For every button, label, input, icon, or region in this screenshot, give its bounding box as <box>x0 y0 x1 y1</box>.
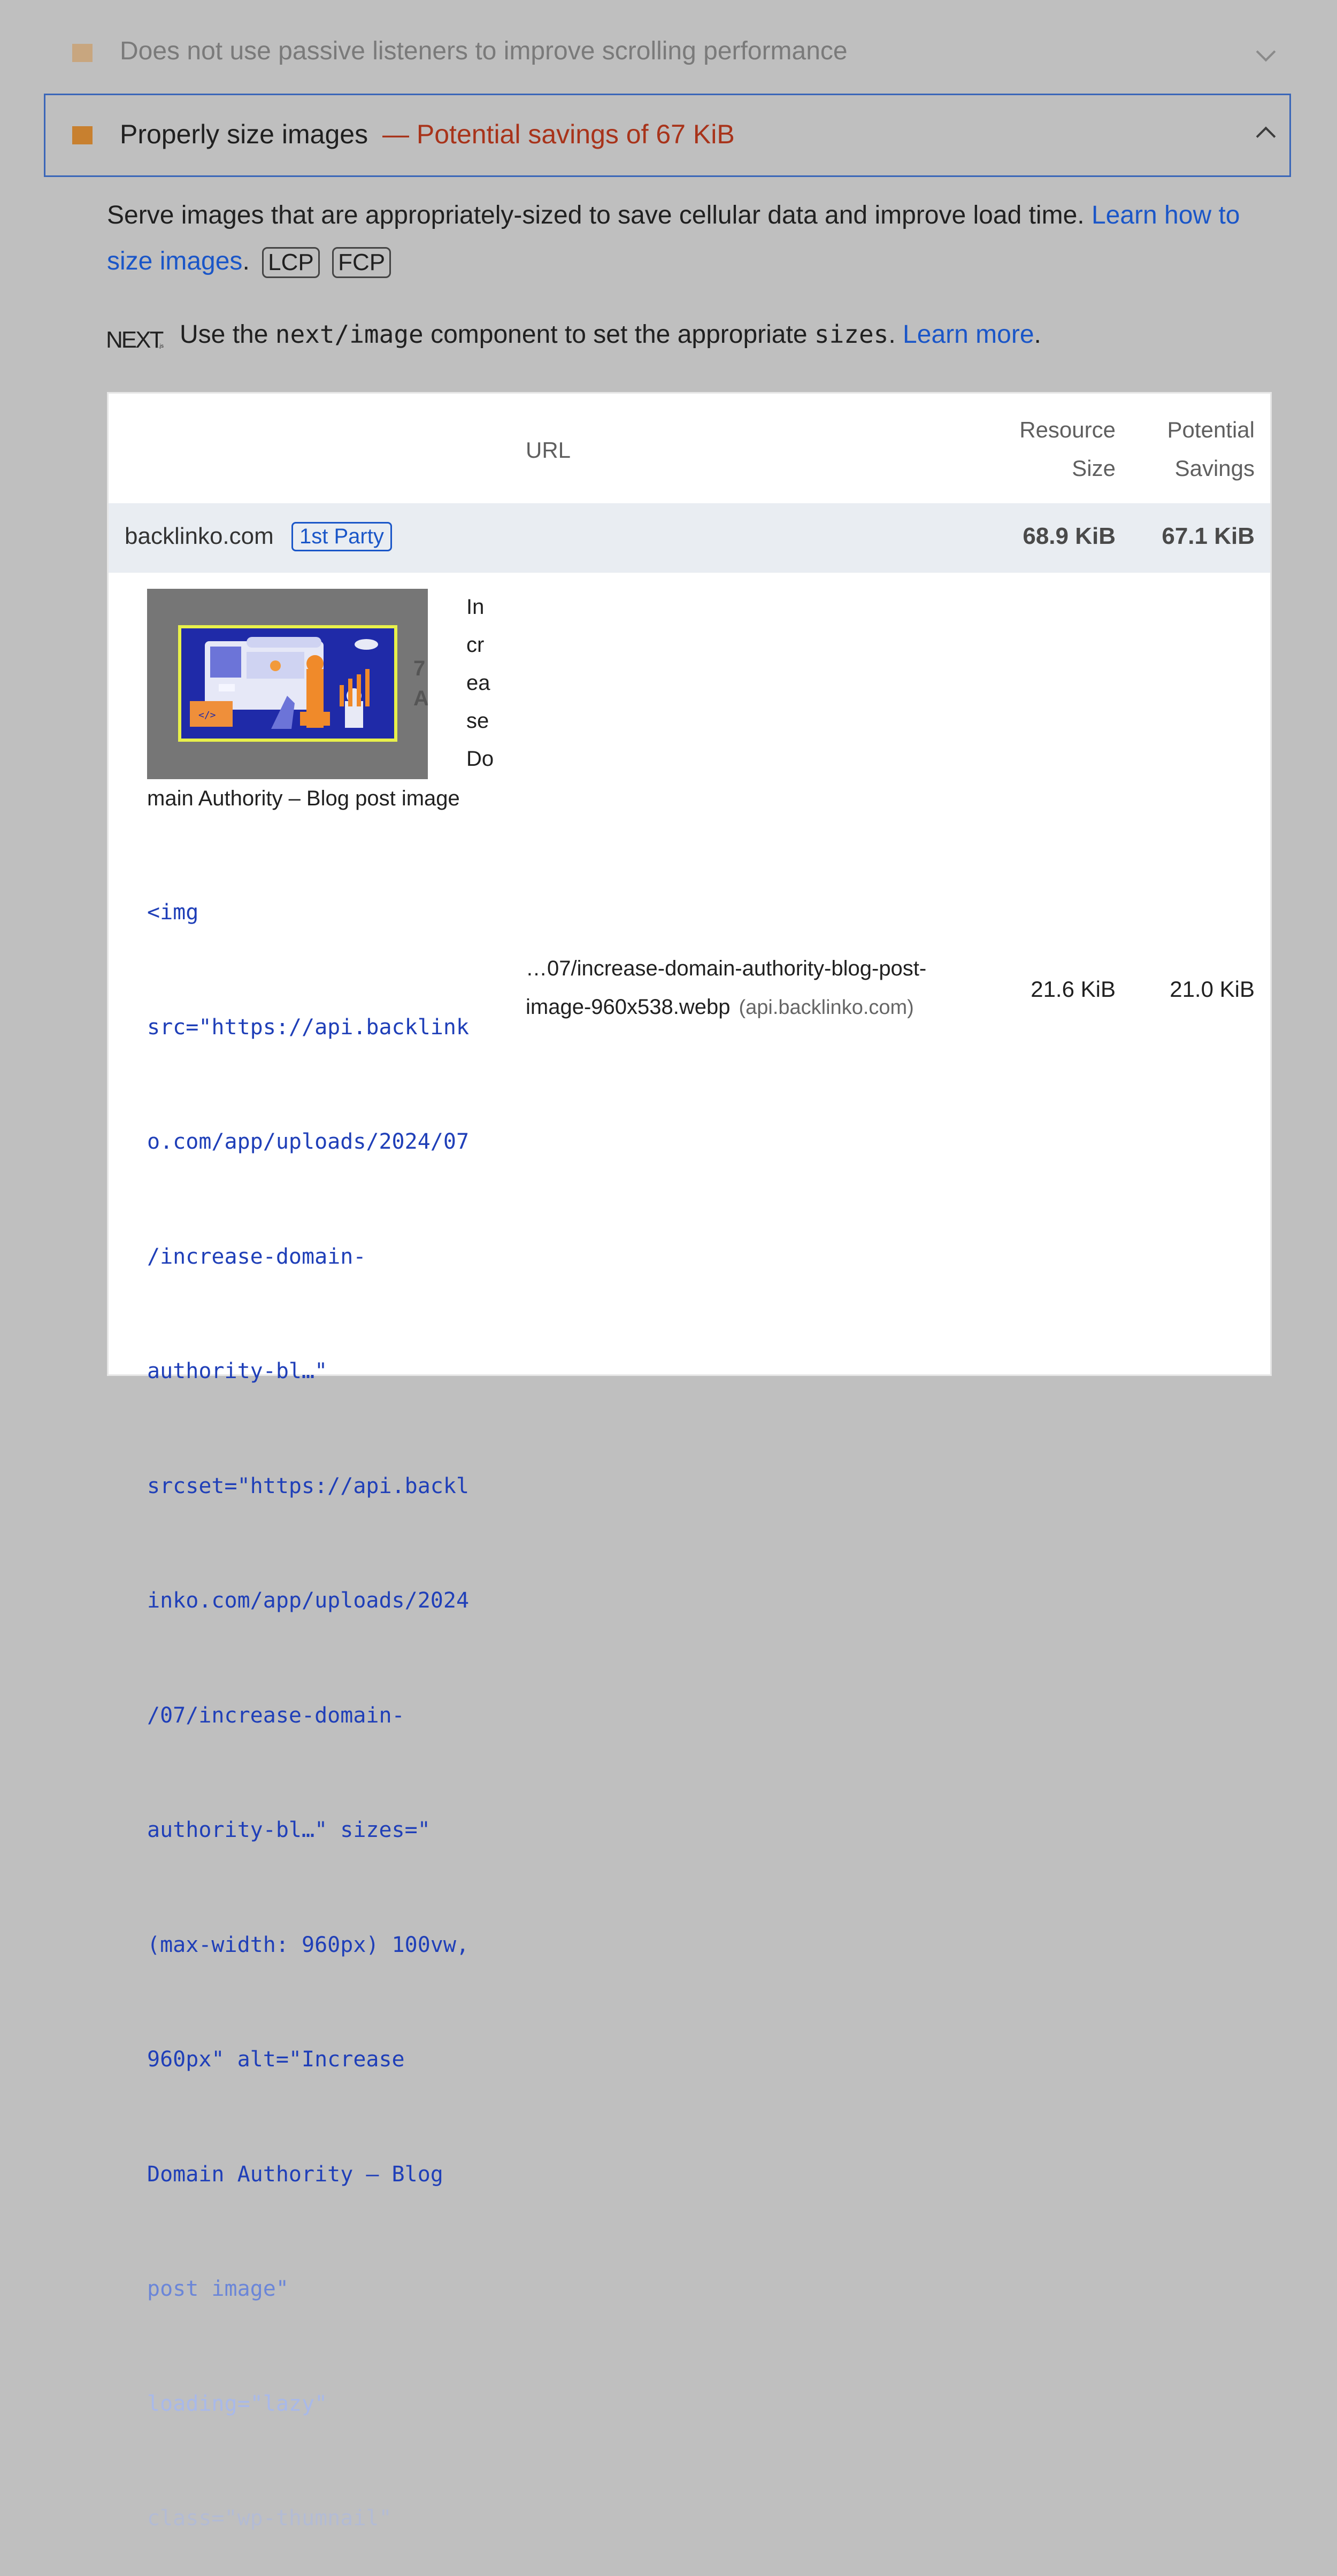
resource-url[interactable]: …07/increase-domain-authority-blog-post-… <box>526 949 964 1027</box>
header-resource-size: Resource Size <box>1019 417 1116 481</box>
group-resource-size: 68.9 KiB <box>1023 523 1116 549</box>
audit-title: Does not use passive listeners to improv… <box>120 37 848 65</box>
audit-status-square <box>72 126 93 144</box>
first-party-badge: 1st Party <box>291 522 392 551</box>
audit-title: Properly size images <box>120 119 368 149</box>
code-sizes: sizes <box>814 320 889 349</box>
header-potential-savings: Potential Savings <box>1167 417 1255 481</box>
element-screenshot-thumbnail: </> 7 A <box>147 589 428 779</box>
group-potential-savings: 67.1 KiB <box>1162 523 1255 549</box>
element-label-wrapped: In cr ea se Do <box>466 595 494 771</box>
header-url: URL <box>526 437 571 463</box>
element-snippet[interactable]: <img src="https://api.backlink o.com/app… <box>147 817 500 2576</box>
audit-status-square <box>72 44 93 62</box>
description-text: Serve images that are appropriately-size… <box>107 201 1085 229</box>
svg-text:7: 7 <box>413 657 425 680</box>
svg-text:</>: </> <box>198 710 216 721</box>
audit-description: Serve images that are appropriately-size… <box>107 193 1278 284</box>
nextjs-logo-icon: NEXT .js <box>106 327 165 353</box>
group-domain: backlinko.com <box>125 523 274 549</box>
resource-host: (api.backlinko.com) <box>739 996 914 1019</box>
svg-text:A: A <box>413 687 428 710</box>
row-resource-size: 21.6 KiB <box>1031 976 1116 1002</box>
svg-text:NEXT: NEXT <box>106 327 163 353</box>
svg-text:.js: .js <box>158 343 164 349</box>
stack-pack-advice: Use the next/image component to set the … <box>180 320 1041 349</box>
audit-savings: — Potential savings of 67 KiB <box>382 119 735 149</box>
learn-more-link[interactable]: Learn more <box>903 320 1034 349</box>
metric-chip-lcp: LCP <box>262 247 320 279</box>
blog-post-image-icon: </> 7 A <box>178 625 428 742</box>
row-potential-savings: 21.0 KiB <box>1170 976 1255 1002</box>
element-label: main Authority – Blog post image <box>147 787 460 810</box>
metric-chip-fcp: FCP <box>332 247 391 279</box>
code-next-image: next/image <box>275 320 424 349</box>
